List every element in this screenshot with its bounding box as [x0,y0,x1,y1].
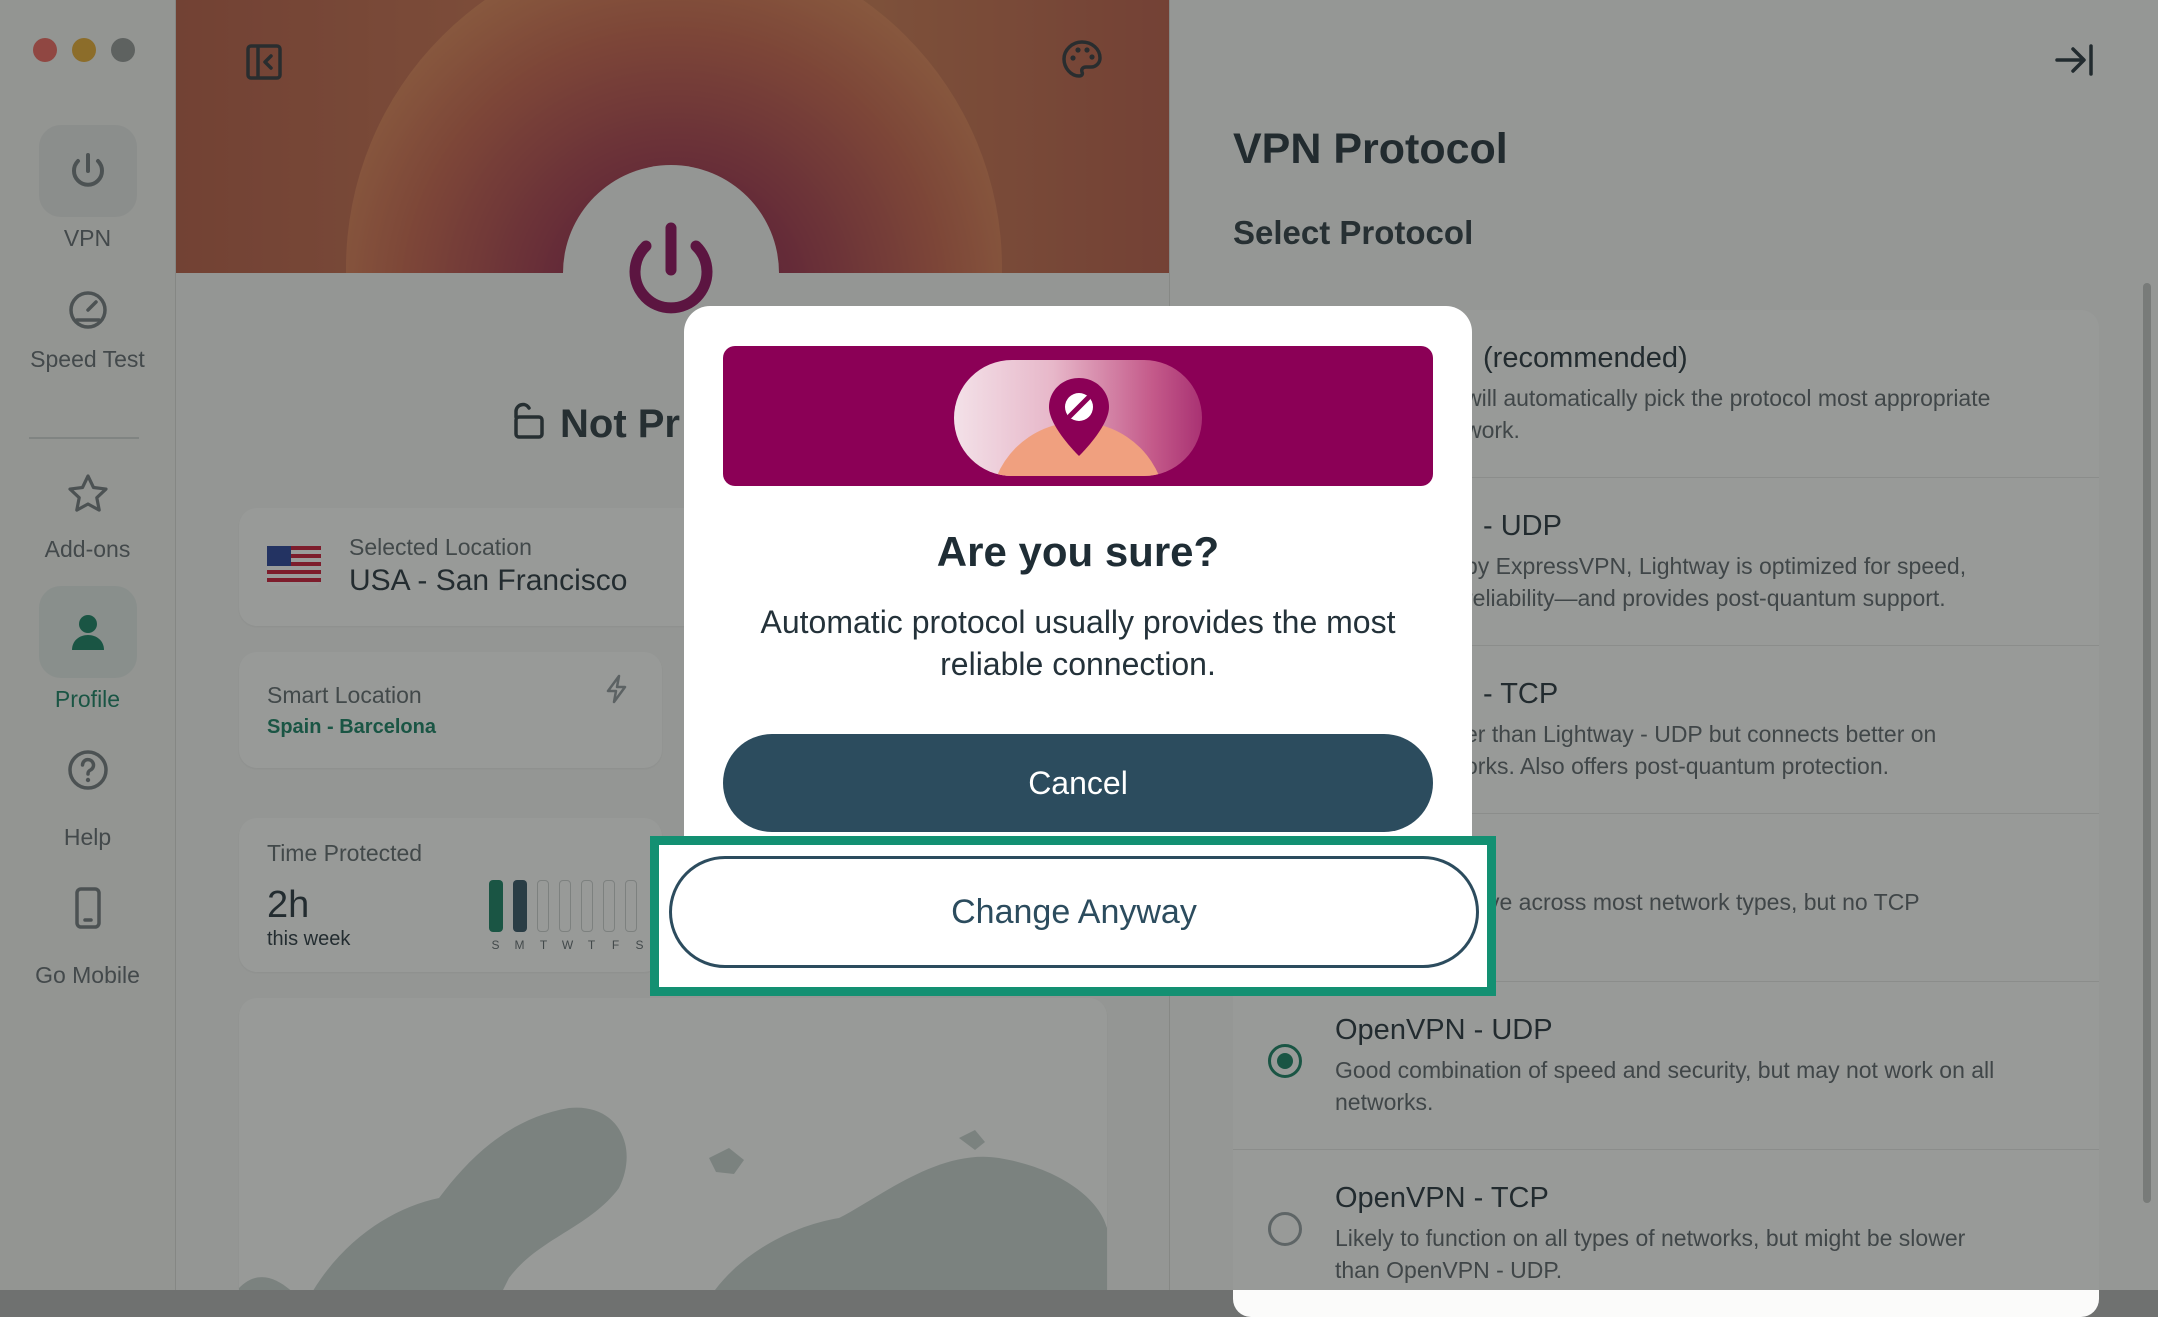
cancel-button[interactable]: Cancel [723,734,1433,832]
change-anyway-button[interactable]: Change Anyway [669,856,1479,968]
dialog-illustration [954,360,1202,476]
dialog-message: Automatic protocol usually provides the … [760,604,1396,682]
location-pin-icon [1046,376,1112,463]
confirm-dialog: Are you sure? Automatic protocol usually… [684,306,1472,862]
dialog-banner [723,346,1433,486]
dialog-title: Are you sure? [936,528,1220,575]
